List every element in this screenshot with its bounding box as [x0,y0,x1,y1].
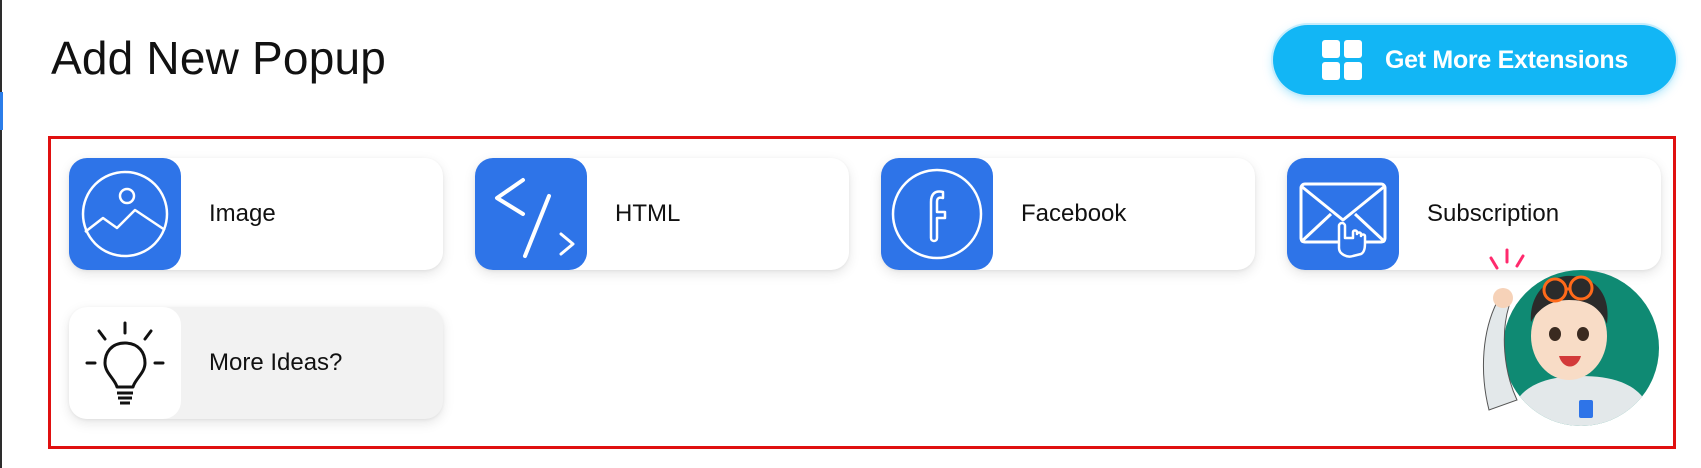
page: Add New Popup Get More Extensions Image … [0,0,1701,468]
left-edge-accent [0,92,3,130]
get-more-extensions-button[interactable]: Get More Extensions [1273,25,1676,95]
popup-type-more-ideas-card[interactable]: More Ideas? [69,307,443,419]
popup-type-label: Image [209,200,276,227]
support-mascot-avatar[interactable] [1469,240,1659,430]
facebook-icon [881,158,993,270]
mail-click-icon [1287,158,1399,270]
popup-type-label: Subscription [1427,200,1560,227]
popup-type-label: HTML [615,200,681,227]
grid-icon [1322,40,1362,80]
code-icon [475,158,587,270]
popup-type-label: Facebook [1021,200,1127,227]
page-title: Add New Popup [51,32,387,84]
popup-type-image-card[interactable]: Image [69,158,443,270]
popup-type-label: More Ideas? [209,349,343,376]
image-icon [69,158,181,270]
left-edge-divider [0,0,2,468]
get-more-extensions-label: Get More Extensions [1385,45,1628,74]
lightbulb-icon [69,307,181,419]
popup-type-facebook-card[interactable]: Facebook [881,158,1255,270]
popup-type-html-card[interactable]: HTML [475,158,849,270]
